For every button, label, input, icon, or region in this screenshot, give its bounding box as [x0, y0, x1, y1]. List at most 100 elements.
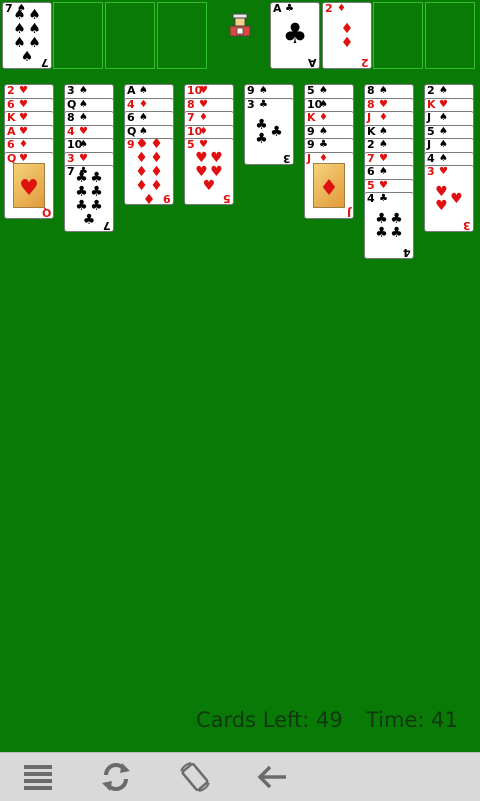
card-rank: 4	[67, 125, 75, 138]
card-suit: ♣	[285, 3, 294, 14]
restart-button[interactable]	[96, 759, 136, 795]
card-rank-bottom: 9	[163, 192, 171, 205]
card-rank: 6	[367, 165, 375, 178]
card-suit: ♠	[139, 112, 148, 123]
card-suit: ♠	[79, 139, 88, 150]
tableau-card[interactable]: 4 ♣ 4 ♣ ♣ ♣ ♣	[364, 192, 414, 259]
card-rank: 9	[247, 84, 255, 97]
tableau-card[interactable]: 3 ♥ 3 ♥ ♥ ♥	[424, 165, 474, 232]
card-suit: ♥	[199, 99, 208, 110]
card-rank: 9	[307, 125, 315, 138]
card-rank-bottom: 4	[403, 246, 411, 259]
card-suit: ♠	[139, 126, 148, 137]
card-rank: 9	[307, 138, 315, 151]
foundation-card[interactable]: A ♣ A ♣	[270, 2, 320, 69]
card-suit: ♠	[79, 112, 88, 123]
stock-card[interactable]: 7 ♠ 7 ♠ ♠ ♠ ♠ ♠ ♠ ♠	[2, 2, 52, 69]
tableau-card[interactable]: J ♦ J ♦	[304, 152, 354, 219]
card-face-art: ♥	[13, 163, 45, 208]
card-rank: 6	[127, 111, 135, 124]
game-board: 7 ♠ 7 ♠ ♠ ♠ ♠ ♠ ♠ ♠ A ♣ A ♣ 2 ♦ 2 ♦ ♦ 2 ♥ 6 ♥ K ♥ A ♥ 6 ♦ Q ♥ Q ♥ 3 ♠ Q ♠ 8 ♠ 4…	[0, 0, 480, 752]
card-suit: ♠	[379, 126, 388, 137]
bottom-toolbar	[0, 752, 480, 801]
card-suit: ♥	[19, 85, 28, 96]
card-rank: 4	[127, 98, 135, 111]
card-rank: 5	[187, 138, 195, 151]
cards-left-label: Cards Left: 49	[196, 708, 343, 732]
foundation-slot-4	[425, 2, 475, 69]
card-suit: ♠	[379, 166, 388, 177]
card-rank: 5	[427, 125, 435, 138]
card-pips: ♦ ♦ ♦ ♦ ♦ ♦ ♦ ♦ ♦	[135, 138, 163, 205]
tableau-card[interactable]: Q ♥ Q ♥	[4, 152, 54, 219]
card-rank: K	[427, 98, 436, 111]
card-rank: K	[7, 111, 16, 124]
card-suit: ♦	[199, 112, 208, 123]
card-pips: ♥ ♥ ♥	[435, 183, 463, 214]
foundation-card[interactable]: 2 ♦ 2 ♦ ♦	[322, 2, 372, 69]
card-suit: ♥	[19, 112, 28, 123]
tableau-card[interactable]: 3 ♣ 3 ♣ ♣ ♣	[244, 98, 294, 165]
card-suit: ♠	[439, 126, 448, 137]
card-rank-bottom: 3	[463, 219, 471, 232]
card-rank: 6	[7, 98, 15, 111]
card-rank: 7	[187, 111, 195, 124]
card-suit: ♦	[19, 139, 28, 150]
joker-icon[interactable]	[226, 12, 254, 38]
card-suit: ♥	[19, 99, 28, 110]
card-pips: ♦ ♦	[340, 20, 354, 51]
card-suit: ♥	[19, 126, 28, 137]
card-suit: ♥	[199, 85, 208, 96]
card-rank: 8	[367, 98, 375, 111]
card-rank: 2	[427, 84, 435, 97]
card-pips: ♠ ♠ ♠ ♠ ♠ ♠ ♠	[13, 6, 41, 65]
card-suit: ♠	[379, 85, 388, 96]
tableau-card[interactable]: 5 ♥ 5 ♥ ♥ ♥ ♥ ♥	[184, 138, 234, 205]
card-rank: 3	[67, 84, 75, 97]
stock-slot-empty-1	[53, 2, 103, 69]
card-rank-bottom: 7	[103, 219, 111, 232]
card-rank: A	[273, 2, 282, 15]
card-rank: 5	[307, 84, 315, 97]
card-suit: ♠	[319, 99, 328, 110]
status-bar: Cards Left: 49 Time: 41	[0, 708, 480, 740]
card-suit: ♠	[139, 85, 148, 96]
card-rank: 5	[367, 179, 375, 192]
card-rank: 6	[7, 138, 15, 151]
card-face-art: ♦	[313, 163, 345, 208]
card-suit: ♣	[259, 99, 268, 110]
card-rank-bottom: J	[346, 206, 351, 219]
card-suit: ♠	[259, 85, 268, 96]
menu-button[interactable]	[18, 759, 58, 795]
card-suit: ♥	[79, 153, 88, 164]
stock-slot-empty-2	[105, 2, 155, 69]
card-rank: J	[427, 138, 432, 151]
card-rank-bottom: A	[308, 56, 317, 69]
card-suit: ♠	[439, 85, 448, 96]
card-suit: ♥	[379, 99, 388, 110]
card-pips: ♣ ♣ ♣	[255, 116, 283, 147]
card-suit: ♠	[79, 85, 88, 96]
rotate-button[interactable]	[175, 759, 215, 795]
time-label: Time: 41	[366, 708, 458, 732]
card-suit: ♠	[439, 153, 448, 164]
card-pips: ♣ ♣ ♣ ♣ ♣ ♣ ♣	[75, 169, 103, 228]
card-pips: ♣ ♣ ♣ ♣	[375, 210, 403, 241]
card-suit: ♠	[319, 126, 328, 137]
card-rank: 8	[367, 84, 375, 97]
back-button[interactable]	[252, 759, 292, 795]
card-center-suit: ♣	[282, 17, 308, 50]
tableau-card[interactable]: 9 ♦ 9 ♦ ♦ ♦ ♦ ♦ ♦ ♦ ♦ ♦	[124, 138, 174, 205]
card-rank: Q	[67, 98, 77, 111]
card-rank: A	[127, 84, 136, 97]
card-rank: 8	[187, 98, 195, 111]
card-rank-bottom: 3	[283, 152, 291, 165]
card-rank: A	[7, 125, 16, 138]
card-rank: 2	[325, 2, 333, 15]
card-pips: ♥ ♥ ♥ ♥ ♥	[195, 149, 223, 194]
card-rank: J	[307, 152, 312, 165]
card-rank: Q	[127, 125, 137, 138]
card-suit: ♦	[139, 99, 148, 110]
tableau-card[interactable]: 7 ♣ 7 ♣ ♣ ♣ ♣ ♣ ♣ ♣	[64, 165, 114, 232]
card-suit: ♦	[337, 3, 346, 14]
